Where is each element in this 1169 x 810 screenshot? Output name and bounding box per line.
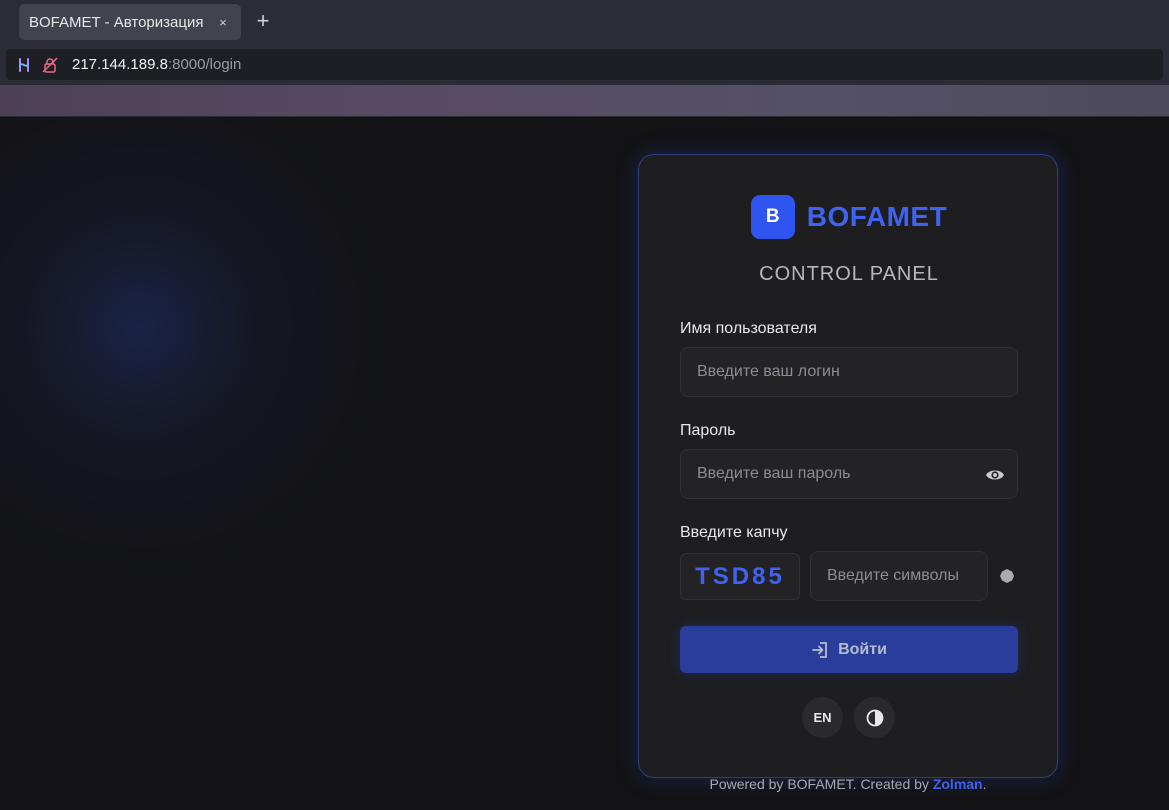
background-glow [0,117,420,607]
url-bar[interactable]: 217.144.189.8:8000/login [6,49,1163,80]
panel-subtitle: CONTROL PANEL [759,263,939,285]
permissions-icon[interactable] [16,57,32,73]
url-host: 217.144.189.8 [72,56,168,73]
page-ribbon [0,85,1169,117]
username-label: Имя пользователя [680,320,817,337]
refresh-icon[interactable] [1000,569,1014,583]
url-path: :8000/login [167,56,242,73]
logo-badge: B [750,195,795,239]
login-button[interactable]: Войти [680,626,1018,673]
tab-title: BOFAMET - Авторизация [29,13,204,31]
captcha-code: TSD85 [680,553,800,600]
theme-toggle-button[interactable] [854,697,895,738]
captcha-input[interactable] [827,567,987,585]
username-input[interactable] [697,363,1017,381]
brand-logo: B BOFAMET [639,195,1059,239]
captcha-label: Введите капчу [680,524,788,541]
footer-prefix: Powered by BOFAMET. Created by [709,776,933,792]
login-icon [812,641,827,658]
browser-toolbar: 217.144.189.8:8000/login [0,45,1169,85]
author-link[interactable]: Zolman [933,776,983,792]
captcha-field[interactable] [810,551,988,601]
footer: Powered by BOFAMET. Created by Zolman. [638,776,1058,792]
language-button[interactable]: EN [802,697,843,738]
logo-text: BOFAMET [806,201,948,232]
contrast-icon [866,709,883,726]
username-field[interactable] [680,347,1018,397]
browser-tab-bar: BOFAMET - Авторизация × + [0,0,1169,45]
new-tab-button[interactable]: + [252,10,274,32]
password-field[interactable] [680,449,1018,499]
footer-suffix: . [982,776,987,792]
login-card: B BOFAMET CONTROL PANEL Имя пользователя… [638,154,1058,778]
browser-tab[interactable]: BOFAMET - Авторизация × [19,4,241,40]
insecure-lock-icon[interactable] [42,56,58,73]
password-input[interactable] [697,465,1017,483]
tab-close-icon[interactable]: × [215,14,231,30]
login-page: B BOFAMET CONTROL PANEL Имя пользователя… [0,117,1169,810]
password-label: Пароль [680,422,736,439]
login-label: Войти [838,640,887,658]
url-text: 217.144.189.8:8000/login [72,56,241,73]
eye-icon[interactable] [985,465,1005,485]
